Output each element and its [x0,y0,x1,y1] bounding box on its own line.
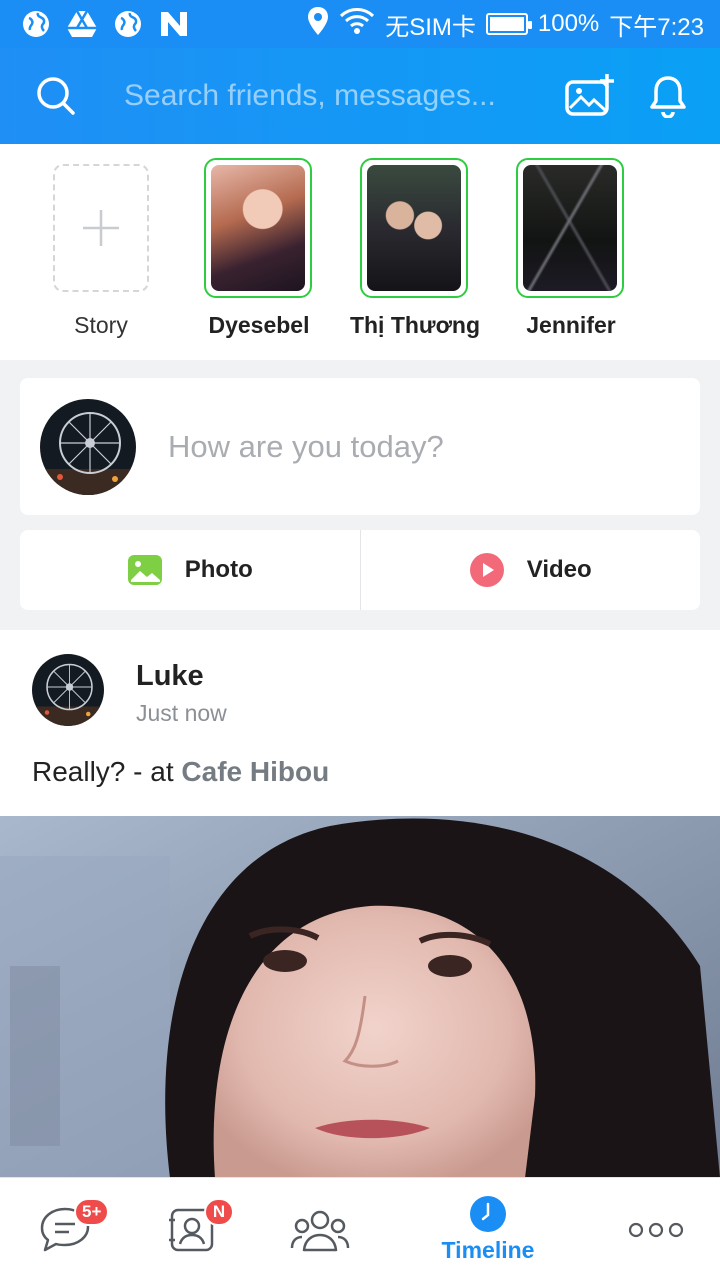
location-icon [307,6,329,43]
globe-icon [20,8,52,40]
nav-contacts[interactable]: N [162,1178,234,1280]
bottom-nav: 5+ N Timeline [0,1177,720,1280]
post-photo[interactable] [0,816,720,1178]
group-icon [290,1210,350,1251]
story-label: Jennifer [526,312,616,338]
n-app-icon [158,8,190,40]
story-add[interactable]: Story [46,158,156,338]
photo-label: Photo [184,556,253,583]
post-author-avatar[interactable] [32,654,104,726]
photo-button[interactable]: Photo [20,530,360,610]
plus-icon [83,210,119,246]
globe-icon [112,8,144,40]
nav-timeline[interactable]: Timeline [432,1178,544,1280]
status-composer[interactable]: How are you today? [20,378,700,515]
status-input[interactable]: How are you today? [168,429,444,465]
story-ring [516,158,624,298]
timeline-label: Timeline [441,1237,535,1263]
story-ring [204,158,312,298]
story-dyesebel[interactable]: Dyesebel [204,158,314,338]
nav-more[interactable] [626,1178,686,1280]
post-location[interactable]: Cafe Hibou [181,756,329,787]
search-input[interactable]: Search friends, messages... [124,79,540,113]
add-photo-icon[interactable] [562,68,618,124]
post-text: Really? - at Cafe Hibou [32,756,329,788]
story-thumbnail [367,165,461,291]
feed-post: Luke Just now Really? - at Cafe Hibou [0,630,720,816]
add-story-tile[interactable] [53,164,149,292]
battery-percent: 100% [537,10,600,37]
story-jennifer[interactable]: Jennifer [516,158,626,338]
bell-icon[interactable] [640,68,696,124]
post-timestamp: Just now [136,700,227,726]
post-author-name[interactable]: Luke [136,660,204,693]
story-thumbnail [211,165,305,291]
more-icon [628,1222,684,1237]
drive-icon [66,8,98,40]
photo-icon [127,555,162,585]
post-body: Really? - at [32,756,182,787]
video-label: Video [526,556,592,583]
nav-messages[interactable]: 5+ [30,1178,110,1280]
status-bar: 无SIM卡 100% 下午7:23 [0,0,720,48]
search-icon[interactable] [36,76,76,116]
top-bar: Search friends, messages... [0,48,720,144]
post-actions: Photo Video [20,530,700,610]
contacts-badge: N [204,1198,234,1226]
clock: 下午7:23 [609,13,704,41]
nav-groups[interactable] [288,1178,352,1280]
story-ring [360,158,468,298]
stories-bar: Story Dyesebel Thị Thương Jennifer [0,144,720,360]
user-avatar [40,398,136,495]
clock-icon [470,1196,506,1232]
video-button[interactable]: Video [359,530,701,610]
video-icon [469,553,504,587]
messages-badge: 5+ [74,1198,110,1226]
story-thi-thuong[interactable]: Thị Thương [350,158,480,338]
story-thumbnail [523,165,617,291]
wifi-icon [339,7,375,42]
carrier-text: 无SIM卡 [385,13,476,41]
battery-icon [485,13,532,35]
